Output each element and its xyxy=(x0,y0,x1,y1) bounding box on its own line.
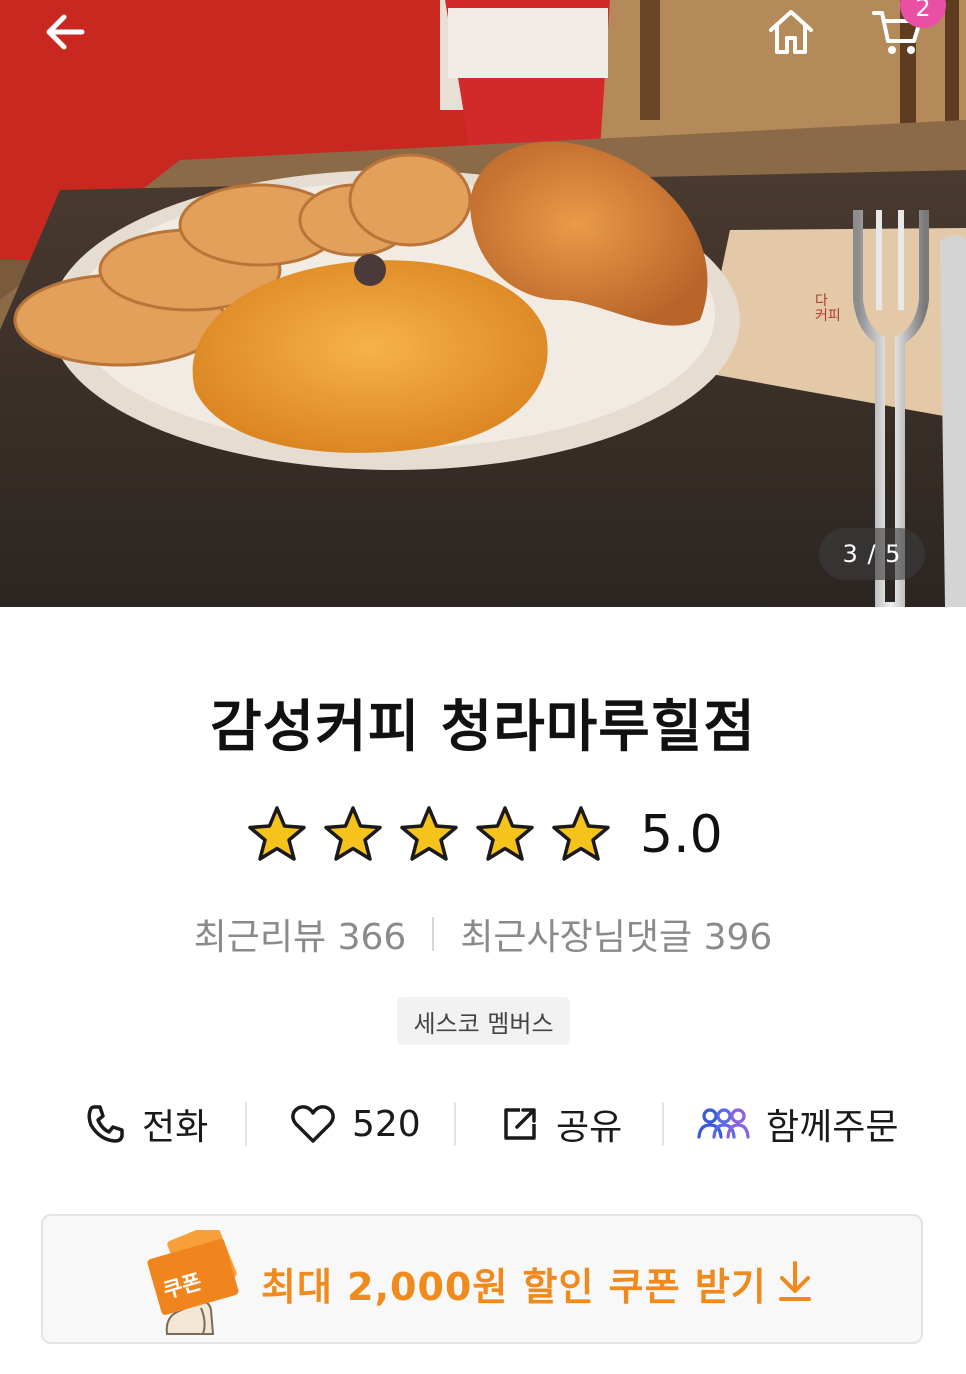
store-photo-gallery[interactable]: 다 커피 2 3 / 5 xyxy=(0,0,966,607)
owner-replies-link[interactable]: 최근사장님댓글 396 xyxy=(460,908,772,960)
group-order-label: 함께주문 xyxy=(766,1107,899,1148)
group-users-icon xyxy=(697,1108,750,1139)
arrow-left-icon xyxy=(46,14,85,50)
back-button[interactable] xyxy=(30,0,100,64)
rating-stars xyxy=(246,804,626,866)
star-icon xyxy=(552,806,610,861)
member-badge: 세스코 멤버스 xyxy=(397,997,570,1045)
rating-value: 5.0 xyxy=(640,805,723,865)
share-icon xyxy=(504,1108,536,1140)
call-label: 전화 xyxy=(142,1107,209,1148)
star-icon xyxy=(400,806,458,861)
svg-text:다: 다 xyxy=(815,293,828,309)
share-label: 공유 xyxy=(556,1107,623,1148)
rating-row: 5.0 xyxy=(246,800,723,870)
call-button[interactable]: 전화 xyxy=(84,1092,208,1156)
home-icon xyxy=(769,10,813,54)
gallery-counter: 3 / 5 xyxy=(819,528,925,580)
coupon-download-button[interactable]: 쿠폰 최대 2,000원 할인 쿠폰 받기 xyxy=(41,1214,923,1344)
store-photo: 다 커피 xyxy=(0,0,966,607)
phone-icon xyxy=(87,1105,124,1143)
like-button[interactable]: 520 xyxy=(290,1092,421,1156)
like-count: 520 xyxy=(352,1103,421,1145)
divider xyxy=(245,1102,247,1146)
action-bar: 전화 520 공유 함께주문 xyxy=(0,1092,966,1156)
star-icon xyxy=(476,806,534,861)
star-icon xyxy=(324,806,382,861)
divider xyxy=(662,1102,664,1146)
star-icon xyxy=(248,806,306,861)
review-summary: 최근리뷰 366 최근사장님댓글 396 xyxy=(0,908,966,960)
svg-text:커피: 커피 xyxy=(815,308,841,324)
divider xyxy=(454,1102,456,1146)
share-button[interactable]: 공유 xyxy=(500,1092,622,1156)
store-name: 감성커피 청라마루힐점 xyxy=(210,695,756,760)
home-button[interactable] xyxy=(756,0,826,64)
divider xyxy=(432,917,435,951)
coupon-text: 최대 2,000원 할인 쿠폰 받기 xyxy=(261,1265,767,1309)
recent-reviews-link[interactable]: 최근리뷰 366 xyxy=(194,908,407,960)
arrow-down-icon xyxy=(779,1261,811,1301)
group-order-button[interactable]: 함께주문 xyxy=(696,1092,898,1156)
coupon-hand-icon: 쿠폰 xyxy=(147,1230,239,1335)
heart-icon xyxy=(291,1105,335,1143)
